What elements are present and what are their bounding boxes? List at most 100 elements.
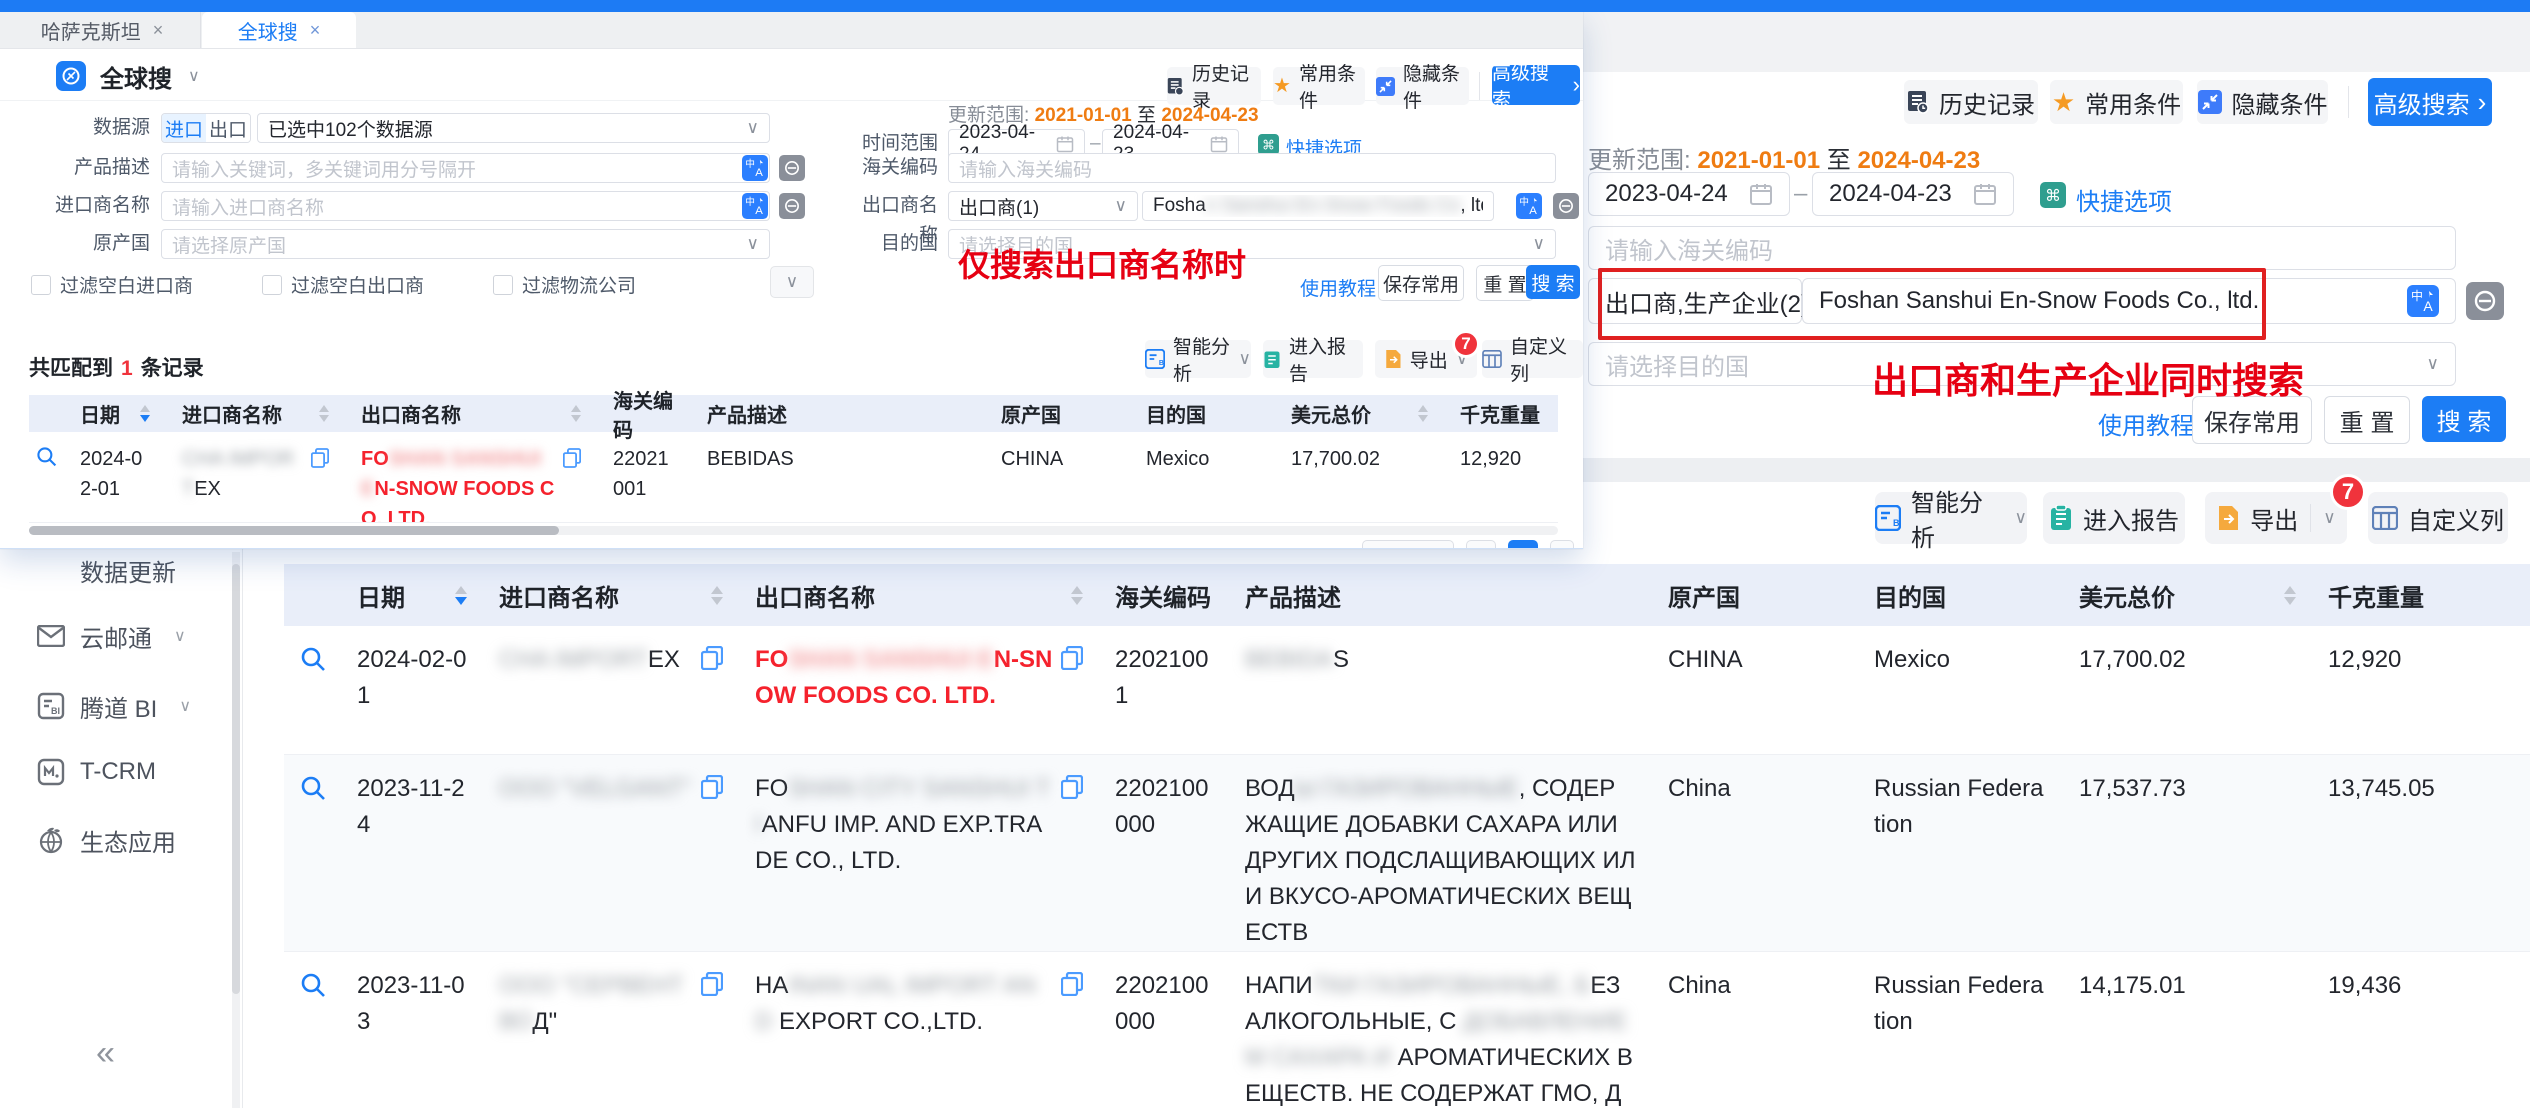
exporter-type-select[interactable]: 出口商(1) ∨: [948, 191, 1138, 221]
date-from-input[interactable]: 2023-04-24: [1588, 172, 1790, 216]
export-toggle[interactable]: 出口: [206, 114, 250, 142]
tutorial-link[interactable]: 使用教程: [1300, 274, 1376, 301]
header-importer[interactable]: 进口商名称: [483, 578, 739, 613]
tab-global-search[interactable]: 全球搜 ×: [202, 12, 356, 48]
quick-options-link[interactable]: 快捷选项: [2076, 182, 2172, 217]
header-exporter[interactable]: 出口商名称: [345, 399, 597, 428]
origin-select[interactable]: 请选择原产国 ∨: [161, 229, 770, 259]
smart-analysis-button[interactable]: BI 智能分析 ∨: [1145, 340, 1251, 378]
sort-icon[interactable]: [319, 405, 329, 422]
sidebar-item-tendata-bi[interactable]: BI 腾道 BI ∨: [0, 684, 230, 728]
copy-icon[interactable]: [1061, 775, 1083, 879]
frequent-conditions-button[interactable]: ★ 常用条件: [1273, 67, 1365, 105]
pagination-prev-clipped[interactable]: [1466, 540, 1496, 548]
exporter-type-select[interactable]: 出口商,生产企业(2) ∨: [1588, 278, 1802, 324]
enter-report-button[interactable]: 进入报告: [1263, 340, 1363, 378]
header-usd-total[interactable]: 美元总价: [1275, 399, 1444, 428]
expand-more-button[interactable]: ∨: [770, 266, 814, 298]
custom-columns-button[interactable]: 自定义列: [1482, 340, 1583, 378]
sidebar-scrollbar-thumb[interactable]: [232, 564, 240, 994]
import-toggle[interactable]: 进口: [162, 114, 206, 142]
header-date[interactable]: 日期: [341, 578, 483, 613]
magnifier-icon[interactable]: [300, 646, 326, 754]
product-input[interactable]: 请输入关键词，多关键词用分号隔开: [161, 153, 770, 183]
search-button[interactable]: 搜 索: [2422, 396, 2506, 442]
copy-icon[interactable]: [701, 646, 723, 678]
save-frequent-button[interactable]: 保存常用: [1378, 265, 1464, 301]
sort-icon[interactable]: [455, 586, 467, 605]
horizontal-scrollbar-thumb[interactable]: [29, 526, 559, 535]
smart-analysis-button[interactable]: BI 智能分析 ∨: [1875, 492, 2027, 544]
hide-conditions-button[interactable]: 隐藏条件: [2197, 80, 2328, 124]
header-date[interactable]: 日期: [64, 399, 166, 428]
search-button[interactable]: 搜 索: [1526, 265, 1580, 299]
tab-kazakhstan[interactable]: 哈萨克斯坦 ×: [4, 12, 201, 48]
copy-icon[interactable]: [1061, 646, 1083, 714]
sidebar-scrollbar[interactable]: [232, 552, 240, 1108]
exporter-name-input[interactable]: Foshan Sanshui En-Snow Foods Co, ltd.: [1142, 191, 1494, 221]
hs-code-input[interactable]: 请输入海关编码: [948, 153, 1556, 183]
advanced-search-button[interactable]: 高级搜索 ›: [2368, 78, 2492, 126]
custom-columns-button[interactable]: 自定义列: [2368, 492, 2508, 544]
quick-options-icon: ⌘: [1258, 134, 1279, 155]
sidebar-item-data-update[interactable]: 数据更新: [0, 548, 230, 592]
checkbox[interactable]: [493, 275, 513, 295]
reset-button[interactable]: 重 置: [2324, 396, 2410, 444]
chevron-down-icon[interactable]: ∨: [2323, 508, 2335, 528]
pagination-next-clipped[interactable]: [1550, 540, 1574, 548]
source-select[interactable]: 已选中102个数据源 ∨: [257, 113, 770, 143]
header-exporter[interactable]: 出口商名称: [739, 578, 1099, 613]
enter-report-button[interactable]: 进入报告: [2043, 492, 2185, 544]
hs-code-input[interactable]: 请输入海关编码: [1588, 226, 2456, 270]
filter-logistics[interactable]: 过滤物流公司: [493, 271, 636, 298]
importer-input[interactable]: 请输入进口商名称: [161, 191, 770, 221]
copy-icon[interactable]: [563, 448, 581, 522]
fuzzy-match-toggle[interactable]: [779, 155, 805, 181]
chevron-down-icon[interactable]: ∨: [188, 66, 200, 86]
copy-icon[interactable]: [701, 972, 723, 1040]
copy-icon[interactable]: [311, 448, 329, 504]
close-icon[interactable]: ×: [310, 20, 321, 41]
translate-icon[interactable]: 中A: [742, 155, 768, 181]
sidebar-item-cloud-mail[interactable]: 云邮通 ∨: [0, 614, 230, 658]
close-icon[interactable]: ×: [153, 20, 164, 41]
magnifier-icon[interactable]: [36, 446, 57, 522]
translate-icon[interactable]: 中A: [2407, 285, 2439, 317]
tutorial-link[interactable]: 使用教程: [2098, 406, 2194, 441]
export-button[interactable]: 导出 ∨: [2205, 492, 2347, 544]
header-importer[interactable]: 进口商名称: [166, 399, 345, 428]
frequent-conditions-button[interactable]: ★ 常用条件: [2050, 80, 2183, 124]
translate-icon[interactable]: 中A: [1516, 193, 1542, 219]
filter-empty-exporter[interactable]: 过滤空白出口商: [262, 271, 424, 298]
sidebar-item-eco-apps[interactable]: 生态应用: [0, 818, 230, 862]
copy-icon[interactable]: [1061, 972, 1083, 1040]
checkbox[interactable]: [31, 275, 51, 295]
checkbox[interactable]: [262, 275, 282, 295]
sort-icon[interactable]: [2284, 586, 2296, 605]
sort-icon[interactable]: [711, 586, 723, 605]
fuzzy-match-toggle[interactable]: [1553, 193, 1579, 219]
sidebar-collapse-button[interactable]: «: [96, 1034, 115, 1073]
pagination-page-1-clipped[interactable]: [1508, 540, 1538, 548]
hide-conditions-button[interactable]: 隐藏条件: [1376, 67, 1469, 105]
pagination-size-select-clipped[interactable]: [1362, 540, 1454, 548]
sidebar-item-t-crm[interactable]: T-CRM: [0, 750, 230, 794]
sort-icon[interactable]: [571, 405, 581, 422]
sort-icon[interactable]: [1071, 586, 1083, 605]
sort-icon[interactable]: [1418, 405, 1428, 422]
magnifier-icon[interactable]: [300, 972, 326, 1108]
copy-icon[interactable]: [701, 775, 723, 807]
fuzzy-match-toggle[interactable]: [779, 193, 805, 219]
filter-empty-importer[interactable]: 过滤空白进口商: [31, 271, 193, 298]
date-to-input[interactable]: 2024-04-23: [1812, 172, 2014, 216]
sort-icon[interactable]: [140, 405, 150, 422]
advanced-search-button[interactable]: 高级搜索›: [1492, 65, 1580, 105]
exporter-name-input[interactable]: Foshan Sanshui En-Snow Foods Co., ltd. 中…: [1802, 278, 2456, 324]
horizontal-scrollbar[interactable]: [29, 526, 1558, 535]
fuzzy-match-toggle[interactable]: [2466, 282, 2504, 320]
exporter-cell: FOSHAN CITY SANSHUI TIANFU IMP. AND EXP.…: [739, 755, 1099, 951]
translate-icon[interactable]: 中A: [742, 193, 768, 219]
magnifier-icon[interactable]: [300, 775, 326, 951]
header-usd-total[interactable]: 美元总价: [2063, 578, 2312, 613]
history-button[interactable]: 历史记录: [1904, 80, 2038, 124]
